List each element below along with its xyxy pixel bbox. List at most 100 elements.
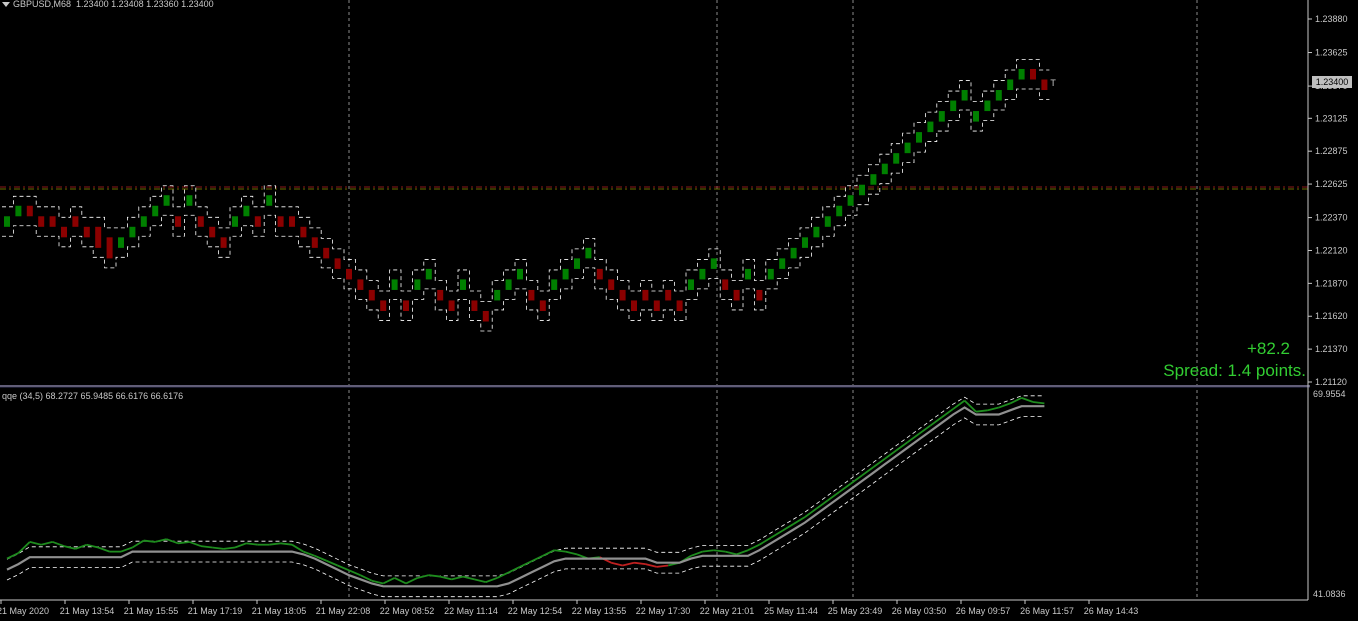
qqe-main-segment [531, 554, 544, 563]
renko-brick [368, 289, 375, 301]
renko-brick [710, 258, 717, 269]
spread-label: Spread: 1.4 points. [1163, 361, 1306, 380]
x-tick-label: 21 May 18:05 [252, 606, 307, 616]
renko-brick [38, 216, 45, 227]
renko-brick [380, 300, 387, 311]
renko-brick [631, 300, 637, 311]
x-tick-label: 26 May 14:43 [1084, 606, 1139, 616]
y-tick-label: 1.22120 [1315, 245, 1348, 255]
y-tick-label: 1.21870 [1315, 278, 1348, 288]
renko-brick [175, 216, 181, 227]
renko-brick [517, 268, 523, 280]
qqe-main-segment [1032, 401, 1045, 405]
qqe-main-segment [246, 542, 258, 546]
renko-brick [49, 216, 56, 227]
qqe-main-segment [177, 541, 190, 545]
renko-brick [893, 153, 900, 164]
x-tick-label: 25 May 11:44 [764, 606, 818, 616]
renko-brick [722, 279, 729, 290]
qqe-main-segment [280, 542, 293, 546]
renko-brick [152, 205, 159, 217]
y-tick-label: 1.23125 [1315, 113, 1348, 123]
qqe-main-segment [975, 409, 988, 413]
x-tick-label: 22 May 17:30 [636, 606, 691, 616]
renko-brick [813, 226, 820, 238]
renko-brick [197, 216, 204, 227]
renko-brick [539, 300, 546, 311]
renko-brick [4, 216, 10, 227]
profit-label: +82.2 [1246, 339, 1290, 358]
qqe-main-segment [405, 577, 418, 585]
upper-band [2, 59, 1050, 302]
renko-brick [26, 205, 33, 217]
renko-brick [676, 300, 683, 311]
renko-brick [528, 289, 535, 301]
renko-brick [733, 289, 740, 301]
qqe-main-segment [269, 542, 281, 546]
renko-brick [425, 268, 432, 280]
renko-brick [756, 289, 763, 301]
renko-brick [391, 279, 398, 290]
indicator-header: qqe (34,5) 68.2727 65.9485 66.6176 66.61… [2, 391, 184, 401]
renko-brick [277, 216, 284, 227]
renko-brick [323, 247, 330, 259]
renko-brick [973, 111, 979, 122]
x-tick-label: 22 May 12:54 [508, 606, 563, 616]
renko-brick [254, 216, 261, 227]
renko-brick [61, 226, 67, 238]
indicator-y-tick-label: 69.9554 [1313, 389, 1346, 399]
renko-brick [836, 205, 843, 217]
indicator-y-tick-label: 41.0836 [1313, 589, 1346, 599]
x-tick-label: 22 May 11:14 [444, 606, 498, 616]
qqe-main-segment [29, 541, 42, 546]
renko-brick [460, 279, 466, 290]
renko-brick [995, 90, 1002, 101]
qqe-main-segment [998, 402, 1011, 409]
qqe-main-segment [519, 560, 532, 568]
qqe-main-segment [610, 561, 623, 567]
renko-brick [562, 268, 569, 280]
qqe-main-segment [474, 578, 487, 583]
renko-brick [72, 216, 79, 227]
chevron-down-icon[interactable] [2, 2, 10, 8]
renko-brick [1007, 79, 1014, 91]
price-chart[interactable]: T 1.238801.236251.233701.231251.228751.2… [0, 0, 1358, 621]
renko-brick [881, 163, 888, 175]
qqe-signal-line [6, 405, 1045, 588]
qqe-main-segment [223, 546, 236, 550]
x-tick-label: 21 May 22:08 [316, 606, 371, 616]
renko-brick [870, 174, 877, 185]
qqe-main-segment [143, 539, 156, 543]
renko-brick [642, 289, 649, 301]
y-tick-label: 1.22875 [1315, 146, 1348, 156]
qqe-main-segment [554, 549, 566, 553]
renko-brick [904, 142, 911, 154]
qqe-main-segment [439, 575, 452, 581]
qqe-main-segment [291, 543, 304, 553]
renko-brick [1041, 79, 1048, 91]
renko-brick [767, 268, 774, 280]
renko-brick [266, 195, 273, 206]
x-tick-label: 26 May 11:57 [1020, 606, 1074, 616]
qqe-upper-band [6, 395, 1045, 577]
renko-brick [243, 205, 250, 217]
renko-brick [961, 90, 968, 101]
renko-brick [300, 226, 307, 238]
renko-brick [289, 216, 295, 227]
renko-brick [596, 268, 603, 280]
qqe-main-segment [382, 577, 395, 585]
qqe-main-segment [1009, 397, 1022, 405]
renko-brick [699, 268, 706, 280]
renko-brick [745, 268, 751, 280]
renko-brick [505, 279, 512, 290]
renko-brick [220, 237, 227, 248]
qqe-main-segment [462, 575, 475, 581]
renko-brick [118, 237, 124, 248]
renko-brick [619, 289, 626, 301]
x-tick-label: 22 May 21:01 [700, 606, 755, 616]
qqe-main-segment [189, 541, 202, 547]
x-tick-label: 21 May 17:19 [188, 606, 243, 616]
renko-brick [163, 195, 170, 206]
grid-lines [348, 0, 1198, 600]
qqe-main-segment [166, 538, 179, 545]
